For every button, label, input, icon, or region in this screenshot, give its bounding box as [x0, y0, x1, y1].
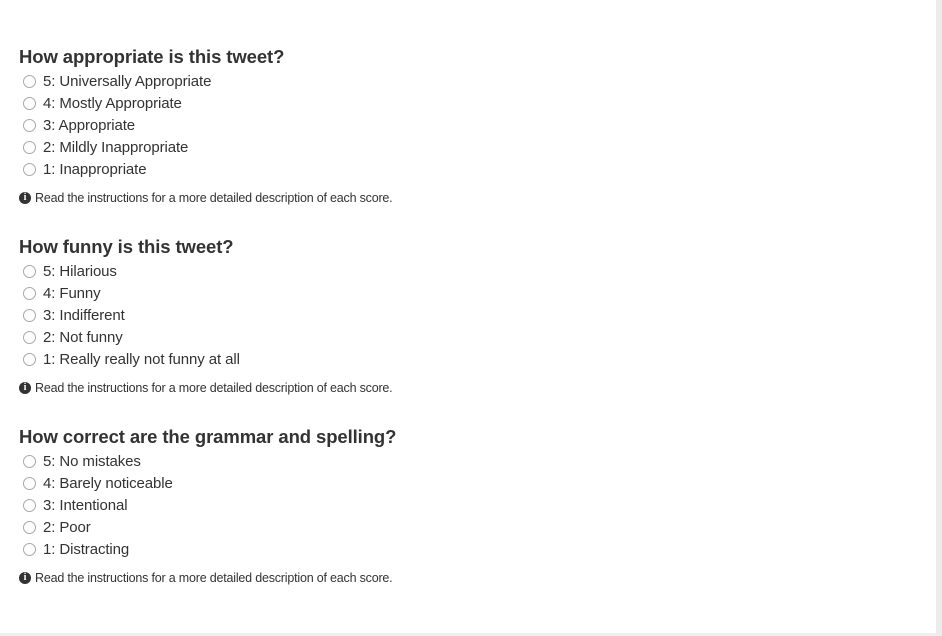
- radio-option-label[interactable]: 3: Appropriate: [43, 117, 135, 134]
- question-title: How appropriate is this tweet?: [19, 46, 285, 67]
- info-circle-icon: i: [19, 572, 31, 584]
- radio-option-label[interactable]: 4: Mostly Appropriate: [43, 95, 182, 112]
- radio-option-label[interactable]: 2: Mildly Inappropriate: [43, 139, 188, 156]
- help-note: i Read the instructions for a more detai…: [19, 189, 899, 207]
- radio-option[interactable]: 1: Inappropriate: [19, 158, 899, 180]
- radio-group: 5: Hilarious 4: Funny 3: Indifferent 2: …: [19, 260, 899, 370]
- radio-group: 5: No mistakes 4: Barely noticeable 3: I…: [19, 450, 899, 560]
- radio-option[interactable]: 1: Really really not funny at all: [19, 348, 899, 370]
- radio-option-label[interactable]: 1: Really really not funny at all: [43, 351, 240, 368]
- radio-option[interactable]: 4: Mostly Appropriate: [19, 92, 899, 114]
- radio-option[interactable]: 2: Not funny: [19, 326, 899, 348]
- radio-option[interactable]: 5: Hilarious: [19, 260, 899, 282]
- radio-button[interactable]: [23, 308, 36, 322]
- help-text: Read the instructions for a more detaile…: [35, 571, 393, 585]
- rating-form: How appropriate is this tweet? 5: Univer…: [19, 44, 899, 614]
- radio-button[interactable]: [23, 454, 36, 468]
- radio-button[interactable]: [23, 140, 36, 154]
- radio-option[interactable]: 3: Intentional: [19, 494, 899, 516]
- radio-option[interactable]: 2: Mildly Inappropriate: [19, 136, 899, 158]
- radio-option[interactable]: 4: Funny: [19, 282, 899, 304]
- radio-button[interactable]: [23, 542, 36, 556]
- radio-option-label[interactable]: 2: Not funny: [43, 329, 123, 346]
- question-grammar: How correct are the grammar and spelling…: [19, 424, 899, 614]
- radio-button[interactable]: [23, 286, 36, 300]
- radio-option[interactable]: 1: Distracting: [19, 538, 899, 560]
- radio-button[interactable]: [23, 520, 36, 534]
- radio-option[interactable]: 3: Indifferent: [19, 304, 899, 326]
- help-text: Read the instructions for a more detaile…: [35, 381, 393, 395]
- radio-option-label[interactable]: 4: Funny: [43, 285, 101, 302]
- radio-option[interactable]: 4: Barely noticeable: [19, 472, 899, 494]
- radio-button[interactable]: [23, 96, 36, 110]
- radio-button[interactable]: [23, 352, 36, 366]
- radio-option-label[interactable]: 1: Distracting: [43, 541, 129, 558]
- help-note: i Read the instructions for a more detai…: [19, 379, 899, 397]
- radio-option-label[interactable]: 1: Inappropriate: [43, 161, 147, 178]
- radio-button[interactable]: [23, 330, 36, 344]
- radio-option[interactable]: 5: Universally Appropriate: [19, 70, 899, 92]
- radio-option-label[interactable]: 5: Hilarious: [43, 263, 117, 280]
- help-note: i Read the instructions for a more detai…: [19, 569, 899, 587]
- radio-option-label[interactable]: 3: Intentional: [43, 497, 128, 514]
- help-text: Read the instructions for a more detaile…: [35, 191, 393, 205]
- radio-button[interactable]: [23, 162, 36, 176]
- radio-option-label[interactable]: 5: Universally Appropriate: [43, 73, 211, 90]
- question-funniness: How funny is this tweet? 5: Hilarious 4:…: [19, 234, 899, 424]
- radio-option[interactable]: 3: Appropriate: [19, 114, 899, 136]
- radio-button[interactable]: [23, 476, 36, 490]
- scrollbar-track: [936, 0, 942, 636]
- question-title: How correct are the grammar and spelling…: [19, 426, 397, 447]
- radio-button[interactable]: [23, 264, 36, 278]
- question-title: How funny is this tweet?: [19, 236, 234, 257]
- radio-button[interactable]: [23, 498, 36, 512]
- radio-button[interactable]: [23, 74, 36, 88]
- question-appropriateness: How appropriate is this tweet? 5: Univer…: [19, 44, 899, 234]
- radio-option-label[interactable]: 5: No mistakes: [43, 453, 141, 470]
- radio-option[interactable]: 5: No mistakes: [19, 450, 899, 472]
- info-circle-icon: i: [19, 192, 31, 204]
- radio-button[interactable]: [23, 118, 36, 132]
- radio-option-label[interactable]: 3: Indifferent: [43, 307, 125, 324]
- info-circle-icon: i: [19, 382, 31, 394]
- radio-option-label[interactable]: 2: Poor: [43, 519, 91, 536]
- radio-option-label[interactable]: 4: Barely noticeable: [43, 475, 173, 492]
- radio-option[interactable]: 2: Poor: [19, 516, 899, 538]
- radio-group: 5: Universally Appropriate 4: Mostly App…: [19, 70, 899, 180]
